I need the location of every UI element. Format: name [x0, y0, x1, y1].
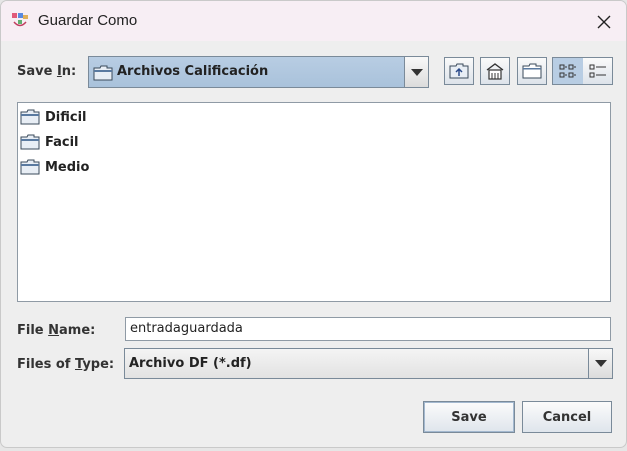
file-type-label: Files of Type:	[17, 357, 115, 372]
title-bar: Guardar Como	[1, 1, 626, 41]
save-button[interactable]: Save	[423, 401, 515, 433]
cancel-button[interactable]: Cancel	[522, 401, 612, 433]
folder-icon	[20, 109, 40, 125]
list-item[interactable]: Dificil	[20, 107, 87, 127]
details-view-button[interactable]	[583, 58, 613, 84]
file-type-dropdown-button[interactable]	[588, 349, 612, 378]
new-folder-button[interactable]	[517, 57, 547, 85]
chevron-down-icon	[410, 68, 423, 76]
new-folder-icon	[522, 63, 542, 79]
list-item[interactable]: Medio	[20, 157, 89, 177]
up-one-level-button[interactable]	[444, 57, 474, 85]
window-title: Guardar Como	[38, 12, 138, 29]
file-name-input[interactable]: entradaguardada	[125, 317, 611, 341]
file-name-label: Dificil	[45, 109, 87, 125]
file-name-label: Facil	[45, 134, 79, 150]
close-icon	[597, 15, 611, 29]
list-item[interactable]: Facil	[20, 132, 79, 152]
save-dialog: Guardar Como Save In: Archivos Calificac…	[0, 0, 627, 448]
folder-icon	[93, 65, 113, 81]
folder-icon	[20, 159, 40, 175]
look-in-dropdown-button[interactable]	[404, 57, 428, 87]
file-type-value: Archivo DF (*.df)	[129, 356, 252, 371]
look-in-combo[interactable]: Archivos Calificación	[88, 56, 429, 88]
close-button[interactable]	[591, 9, 617, 35]
file-name-label: Medio	[45, 159, 90, 175]
look-in-value: Archivos Calificación	[117, 64, 269, 79]
details-view-icon	[589, 64, 606, 78]
app-icon	[12, 13, 28, 27]
file-name-label: File Name:	[17, 323, 96, 338]
list-view-icon	[559, 64, 576, 78]
file-type-combo[interactable]: Archivo DF (*.df)	[124, 348, 613, 379]
list-view-button[interactable]	[553, 58, 583, 84]
home-button[interactable]	[480, 57, 510, 85]
chevron-down-icon	[594, 360, 607, 367]
up-one-level-icon	[449, 63, 469, 79]
home-icon	[486, 63, 504, 80]
file-list[interactable]: Dificil Facil Medio	[17, 102, 611, 302]
folder-icon	[20, 134, 40, 150]
look-in-label: Save In:	[17, 64, 77, 79]
view-toggle-group	[552, 57, 613, 85]
